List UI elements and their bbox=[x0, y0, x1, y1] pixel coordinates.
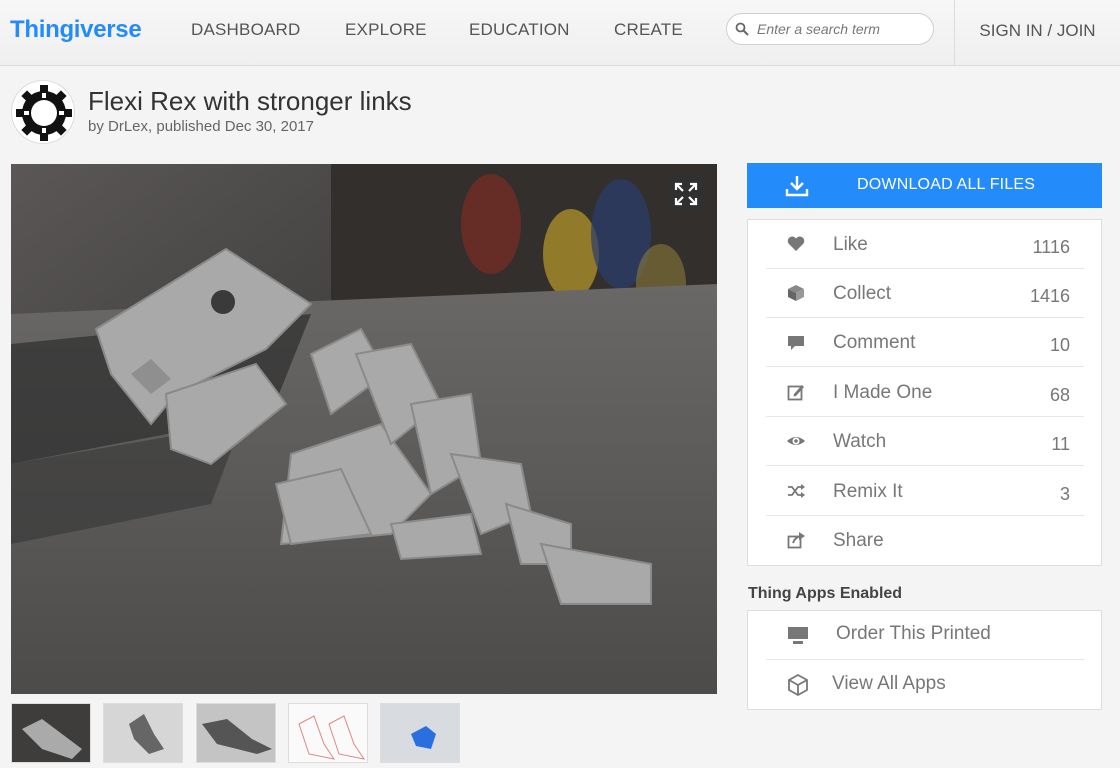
watch-count: 11 bbox=[1051, 434, 1070, 454]
heart-icon bbox=[787, 236, 805, 251]
gear-icon bbox=[16, 85, 72, 141]
comment-label: Comment bbox=[833, 332, 916, 353]
search-input[interactable] bbox=[757, 19, 927, 39]
i-made-one-button[interactable]: I Made One 68 bbox=[766, 368, 1084, 417]
printer-icon bbox=[788, 627, 808, 644]
expand-icon bbox=[674, 182, 698, 206]
like-label: Like bbox=[833, 234, 868, 255]
eye-icon bbox=[787, 437, 805, 445]
creator-avatar[interactable] bbox=[11, 80, 75, 144]
thumbnail-5[interactable] bbox=[380, 703, 460, 763]
comment-icon bbox=[788, 336, 804, 350]
nav-education[interactable]: EDUCATION bbox=[469, 20, 570, 40]
thing-apps-panel: Order This Printed View All Apps bbox=[747, 610, 1102, 710]
collect-button[interactable]: Collect 1416 bbox=[766, 269, 1084, 318]
remix-it-count: 3 bbox=[1059, 484, 1070, 504]
view-all-apps-link[interactable]: View All Apps bbox=[766, 661, 1084, 710]
i-made-one-label: I Made One bbox=[833, 382, 933, 403]
search-icon bbox=[735, 22, 749, 36]
watch-button[interactable]: Watch 11 bbox=[766, 417, 1084, 466]
watch-label: Watch bbox=[833, 431, 887, 452]
remix-it-label: Remix It bbox=[833, 481, 903, 502]
thumbnail-image bbox=[289, 704, 367, 762]
download-all-files-button[interactable]: DOWNLOAD ALL FILES bbox=[747, 163, 1102, 208]
thumbnail-image bbox=[104, 704, 182, 762]
collect-count: 1416 bbox=[1029, 286, 1070, 306]
thumbnail-2[interactable] bbox=[103, 703, 183, 763]
collect-label: Collect bbox=[833, 283, 892, 304]
top-navigation-bar: Thingiverse DASHBOARD EXPLORE EDUCATION … bbox=[0, 0, 1120, 66]
view-all-apps-label: View All Apps bbox=[832, 673, 946, 694]
flexi-rex-photo bbox=[11, 164, 717, 694]
order-this-printed-label: Order This Printed bbox=[836, 623, 991, 644]
remix-it-button[interactable]: Remix It 3 bbox=[766, 467, 1084, 516]
thumbnail-1[interactable] bbox=[11, 703, 91, 763]
cube-icon bbox=[788, 285, 804, 301]
box-icon bbox=[788, 673, 808, 697]
thumbnail-image bbox=[12, 704, 90, 762]
thing-byline: by DrLex, published Dec 30, 2017 bbox=[88, 118, 314, 135]
thumbnail-image bbox=[381, 704, 459, 762]
thumbnail-4[interactable] bbox=[288, 703, 368, 763]
thingiverse-logo[interactable]: Thingiverse bbox=[10, 16, 142, 44]
nav-explore[interactable]: EXPLORE bbox=[345, 20, 427, 40]
i-made-one-count: 68 bbox=[1049, 385, 1070, 405]
thing-actions-panel: Like 1116 Collect 1416 Comment 10 I Made… bbox=[747, 219, 1102, 566]
download-icon bbox=[785, 176, 809, 197]
edit-icon bbox=[787, 385, 804, 401]
like-button[interactable]: Like 1116 bbox=[766, 220, 1084, 269]
download-label: DOWNLOAD ALL FILES bbox=[857, 176, 1036, 193]
thing-apps-heading: Thing Apps Enabled bbox=[748, 585, 903, 602]
order-this-printed-link[interactable]: Order This Printed bbox=[766, 611, 1084, 660]
sign-in-join-link[interactable]: SIGN IN / JOIN bbox=[954, 0, 1120, 66]
nav-create[interactable]: CREATE bbox=[614, 20, 683, 40]
thing-title: Flexi Rex with stronger links bbox=[88, 86, 412, 116]
comment-count: 10 bbox=[1049, 335, 1070, 355]
nav-dashboard[interactable]: DASHBOARD bbox=[191, 20, 301, 40]
shuffle-icon bbox=[788, 484, 805, 498]
like-count: 1116 bbox=[1032, 237, 1070, 257]
share-label: Share bbox=[833, 530, 884, 551]
main-thing-image[interactable] bbox=[11, 164, 717, 694]
search-box[interactable] bbox=[726, 13, 934, 45]
comment-button[interactable]: Comment 10 bbox=[766, 318, 1084, 367]
fullscreen-button[interactable] bbox=[667, 175, 705, 213]
share-icon bbox=[787, 532, 805, 549]
thumbnail-3[interactable] bbox=[196, 703, 276, 763]
share-button[interactable]: Share bbox=[766, 516, 1084, 565]
thumbnail-image bbox=[197, 704, 275, 762]
